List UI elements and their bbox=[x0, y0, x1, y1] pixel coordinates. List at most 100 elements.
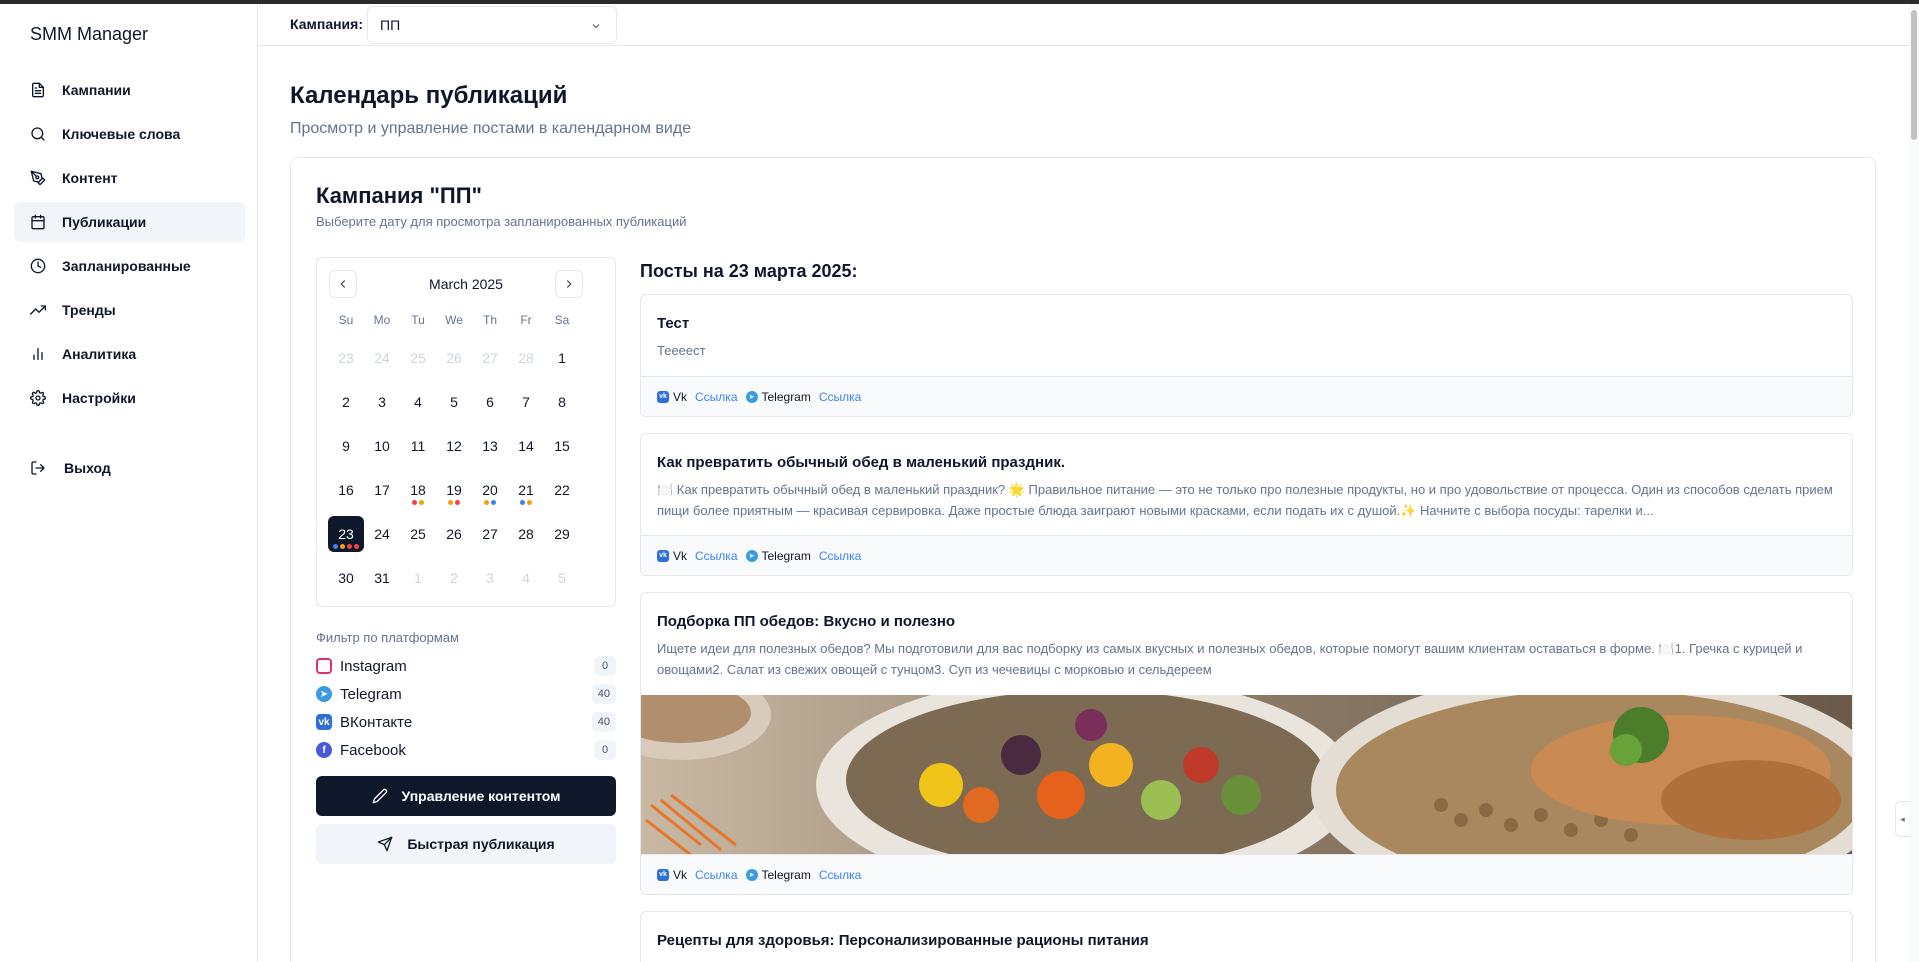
telegram-link[interactable]: Ссылка bbox=[819, 868, 861, 882]
platform-filter-title: Фильтр по платформам bbox=[316, 630, 459, 645]
calendar-day[interactable]: 12 bbox=[436, 428, 472, 464]
calendar-day[interactable]: 23 bbox=[328, 340, 364, 376]
quick-publish-button[interactable]: Быстрая публикация bbox=[316, 824, 616, 864]
calendar-day[interactable]: 1 bbox=[400, 560, 436, 596]
sidebar-item-campaigns[interactable]: Кампании bbox=[14, 70, 245, 110]
calendar-day[interactable]: 7 bbox=[508, 384, 544, 420]
platform-filter-facebook[interactable]: f Facebook 0 bbox=[316, 736, 616, 764]
vk-icon: vk bbox=[316, 714, 332, 730]
post-text: 🍽️ Как превратить обычный обед в маленьк… bbox=[657, 482, 1833, 518]
calendar-day[interactable]: 3 bbox=[364, 384, 400, 420]
telegram-icon: ➤ bbox=[745, 868, 758, 881]
calendar-day-number: 25 bbox=[410, 350, 426, 366]
platform-filter-instagram[interactable]: Instagram 0 bbox=[316, 652, 616, 680]
platform-count: 0 bbox=[594, 740, 616, 760]
vk-link[interactable]: Ссылка bbox=[695, 390, 737, 404]
next-month-button[interactable] bbox=[555, 270, 583, 298]
post-indicator-dot bbox=[354, 544, 359, 549]
calendar-day[interactable]: 28 bbox=[508, 516, 544, 552]
calendar-day[interactable]: 18 bbox=[400, 472, 436, 508]
calendar-day[interactable]: 27 bbox=[472, 516, 508, 552]
calendar-day[interactable]: 20 bbox=[472, 472, 508, 508]
sidebar-item-settings[interactable]: Настройки bbox=[14, 378, 245, 418]
campaign-select[interactable]: ПП bbox=[367, 6, 617, 44]
calendar-day[interactable]: 3 bbox=[472, 560, 508, 596]
post-indicator-dots bbox=[436, 500, 472, 505]
vk-link[interactable]: Ссылка bbox=[695, 868, 737, 882]
sidebar-item-analytics[interactable]: Аналитика bbox=[14, 334, 245, 374]
page-scrollbar[interactable] bbox=[1909, 4, 1919, 962]
post-card[interactable]: Рецепты для здоровья: Персонализированны… bbox=[640, 911, 1853, 962]
calendar-day[interactable]: 8 bbox=[544, 384, 580, 420]
sidebar-item-scheduled[interactable]: Запланированные bbox=[14, 246, 245, 286]
post-indicator-dot bbox=[455, 500, 460, 505]
calendar-day[interactable]: 14 bbox=[508, 428, 544, 464]
search-icon bbox=[30, 126, 46, 142]
calendar-day[interactable]: 4 bbox=[508, 560, 544, 596]
platform-filter-vk[interactable]: vk ВКонтакте 40 bbox=[316, 708, 616, 736]
calendar-day[interactable]: 4 bbox=[400, 384, 436, 420]
weekday-label: Sa bbox=[554, 313, 570, 327]
telegram-link[interactable]: Ссылка bbox=[819, 549, 861, 563]
calendar-day-number: 16 bbox=[338, 482, 354, 498]
pencil-icon bbox=[372, 788, 387, 804]
calendar-day[interactable]: 24 bbox=[364, 516, 400, 552]
sidebar-item-label: Ключевые слова bbox=[62, 126, 181, 142]
calendar-day[interactable]: 5 bbox=[436, 384, 472, 420]
calendar-day[interactable]: 26 bbox=[436, 516, 472, 552]
vk-link[interactable]: Ссылка bbox=[695, 549, 737, 563]
post-card[interactable]: Тест Теееест vk Vk Ссылка ➤ Telegram Ссы… bbox=[640, 294, 1853, 417]
calendar-day[interactable]: 15 bbox=[544, 428, 580, 464]
calendar-day[interactable]: 11 bbox=[400, 428, 436, 464]
sidebar-item-content[interactable]: Контент bbox=[14, 158, 245, 198]
post-indicator-dots bbox=[508, 500, 544, 505]
calendar-day[interactable]: 29 bbox=[544, 516, 580, 552]
platform-name: Telegram bbox=[761, 867, 811, 882]
post-card[interactable]: Как превратить обычный обед в маленький … bbox=[640, 433, 1853, 576]
calendar-week: 2 3 4 5 6 7 8 bbox=[328, 376, 580, 420]
food-photo-icon bbox=[641, 695, 1852, 855]
calendar-day[interactable]: 5 bbox=[544, 560, 580, 596]
calendar-day[interactable]: 10 bbox=[364, 428, 400, 464]
weekday-label: Fr bbox=[520, 313, 532, 327]
platform-name: Vk bbox=[673, 389, 688, 404]
calendar-day[interactable]: 19 bbox=[436, 472, 472, 508]
scrollbar-thumb[interactable] bbox=[1911, 10, 1917, 140]
calendar-day-number: 23 bbox=[338, 526, 354, 542]
calendar-day[interactable]: 25 bbox=[400, 340, 436, 376]
calendar-day[interactable]: 13 bbox=[472, 428, 508, 464]
calendar-day[interactable]: 25 bbox=[400, 516, 436, 552]
calendar-day-number: 4 bbox=[522, 570, 530, 586]
calendar-day[interactable]: 16 bbox=[328, 472, 364, 508]
calendar-day[interactable]: 27 bbox=[472, 340, 508, 376]
calendar-day[interactable]: 24 bbox=[364, 340, 400, 376]
post-card[interactable]: Подборка ПП обедов: Вкусно и полезно Ище… bbox=[640, 592, 1853, 895]
calendar-day[interactable]: 31 bbox=[364, 560, 400, 596]
sidebar-item-trends[interactable]: Тренды bbox=[14, 290, 245, 330]
logout-button[interactable]: Выход bbox=[30, 460, 111, 476]
calendar-day[interactable]: 1 bbox=[544, 340, 580, 376]
calendar-day[interactable]: 30 bbox=[328, 560, 364, 596]
telegram-link[interactable]: Ссылка bbox=[819, 390, 861, 404]
calendar-day[interactable]: 9 bbox=[328, 428, 364, 464]
manage-content-button[interactable]: Управление контентом bbox=[316, 776, 616, 816]
vk-icon: vk bbox=[657, 868, 669, 881]
sidebar-item-keywords[interactable]: Ключевые слова bbox=[14, 114, 245, 154]
calendar-day[interactable]: 21 bbox=[508, 472, 544, 508]
calendar-day[interactable]: 6 bbox=[472, 384, 508, 420]
calendar-day[interactable]: 26 bbox=[436, 340, 472, 376]
post-indicator-dots bbox=[328, 544, 364, 549]
collapse-panel-icon[interactable]: ◂ bbox=[1895, 801, 1909, 837]
calendar-day[interactable]: 17 bbox=[364, 472, 400, 508]
calendar-day[interactable]: 28 bbox=[508, 340, 544, 376]
calendar-day[interactable]: 22 bbox=[544, 472, 580, 508]
platform-filter-telegram[interactable]: ➤ Telegram 40 bbox=[316, 680, 616, 708]
sidebar-item-label: Контент bbox=[62, 170, 118, 186]
calendar-day[interactable]: 2 bbox=[328, 384, 364, 420]
calendar-day[interactable]: 2 bbox=[436, 560, 472, 596]
sidebar-item-publications[interactable]: Публикации bbox=[14, 202, 245, 242]
post-title: Как превратить обычный обед в маленький … bbox=[657, 454, 1065, 471]
post-indicator-dots bbox=[400, 500, 436, 505]
vk-icon: vk bbox=[657, 390, 669, 403]
calendar-day-selected[interactable]: 23 bbox=[328, 516, 364, 552]
